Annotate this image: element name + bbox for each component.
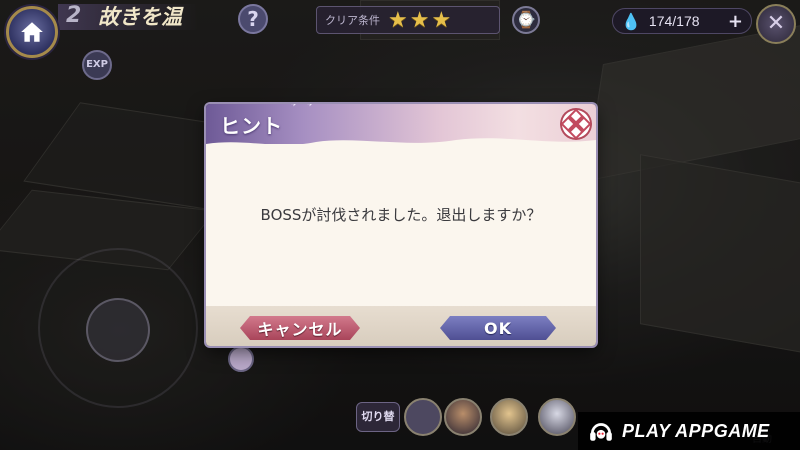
star-icon: ★ [409,7,430,33]
stage-number: 2 [66,3,82,28]
stamina-bar: 💧 174/178 + [612,8,752,34]
star-icon: ★ [388,7,408,33]
party-slot-empty[interactable] [404,398,442,436]
cancel-button[interactable]: キャンセル [240,316,360,340]
dialog-body [206,144,596,306]
watermark-text: PLAY APPGAME [622,420,770,441]
ok-button[interactable]: OK [440,316,556,340]
close-diamond-icon [560,108,592,140]
clock-icon[interactable]: ⌚ [512,6,540,34]
dialog-message: BOSSが討伐されました。退出しますか？ [260,206,542,224]
home-icon [21,22,43,42]
party-member-avatar[interactable] [490,398,528,436]
player-avatar [228,346,254,372]
party-member-avatar[interactable] [444,398,482,436]
stamina-drop-icon: 💧 [621,11,641,31]
switch-button[interactable]: 切り替 [356,402,400,432]
exit-stage-button[interactable]: ✕ [756,4,796,44]
swallow-decoration-icon: ➶ ➶ [290,104,318,110]
help-button[interactable]: ? [238,4,268,34]
add-stamina-button[interactable]: + [728,11,743,32]
headphones-logo-icon [590,423,612,441]
stage-title: 故きを温 [98,5,182,29]
virtual-joystick[interactable] [86,298,150,362]
clear-condition-label: クリア条件 [325,14,380,27]
exp-button[interactable]: EXP [82,50,112,80]
star-icon: ★ [431,7,452,33]
hint-dialog: ➶ ➶ ヒント BOSSが討伐されました。退出しますか？ キャンセル OK [206,104,596,346]
dialog-title: ヒント [220,114,283,138]
watermark: PLAY APPGAME [578,412,800,450]
clear-condition-bar[interactable]: クリア条件 ★ ★ ★ [316,6,500,34]
home-button[interactable] [6,6,58,58]
dialog-close-button[interactable] [560,108,592,140]
party-member-avatar[interactable] [538,398,576,436]
stamina-value: 174/178 [648,13,700,29]
